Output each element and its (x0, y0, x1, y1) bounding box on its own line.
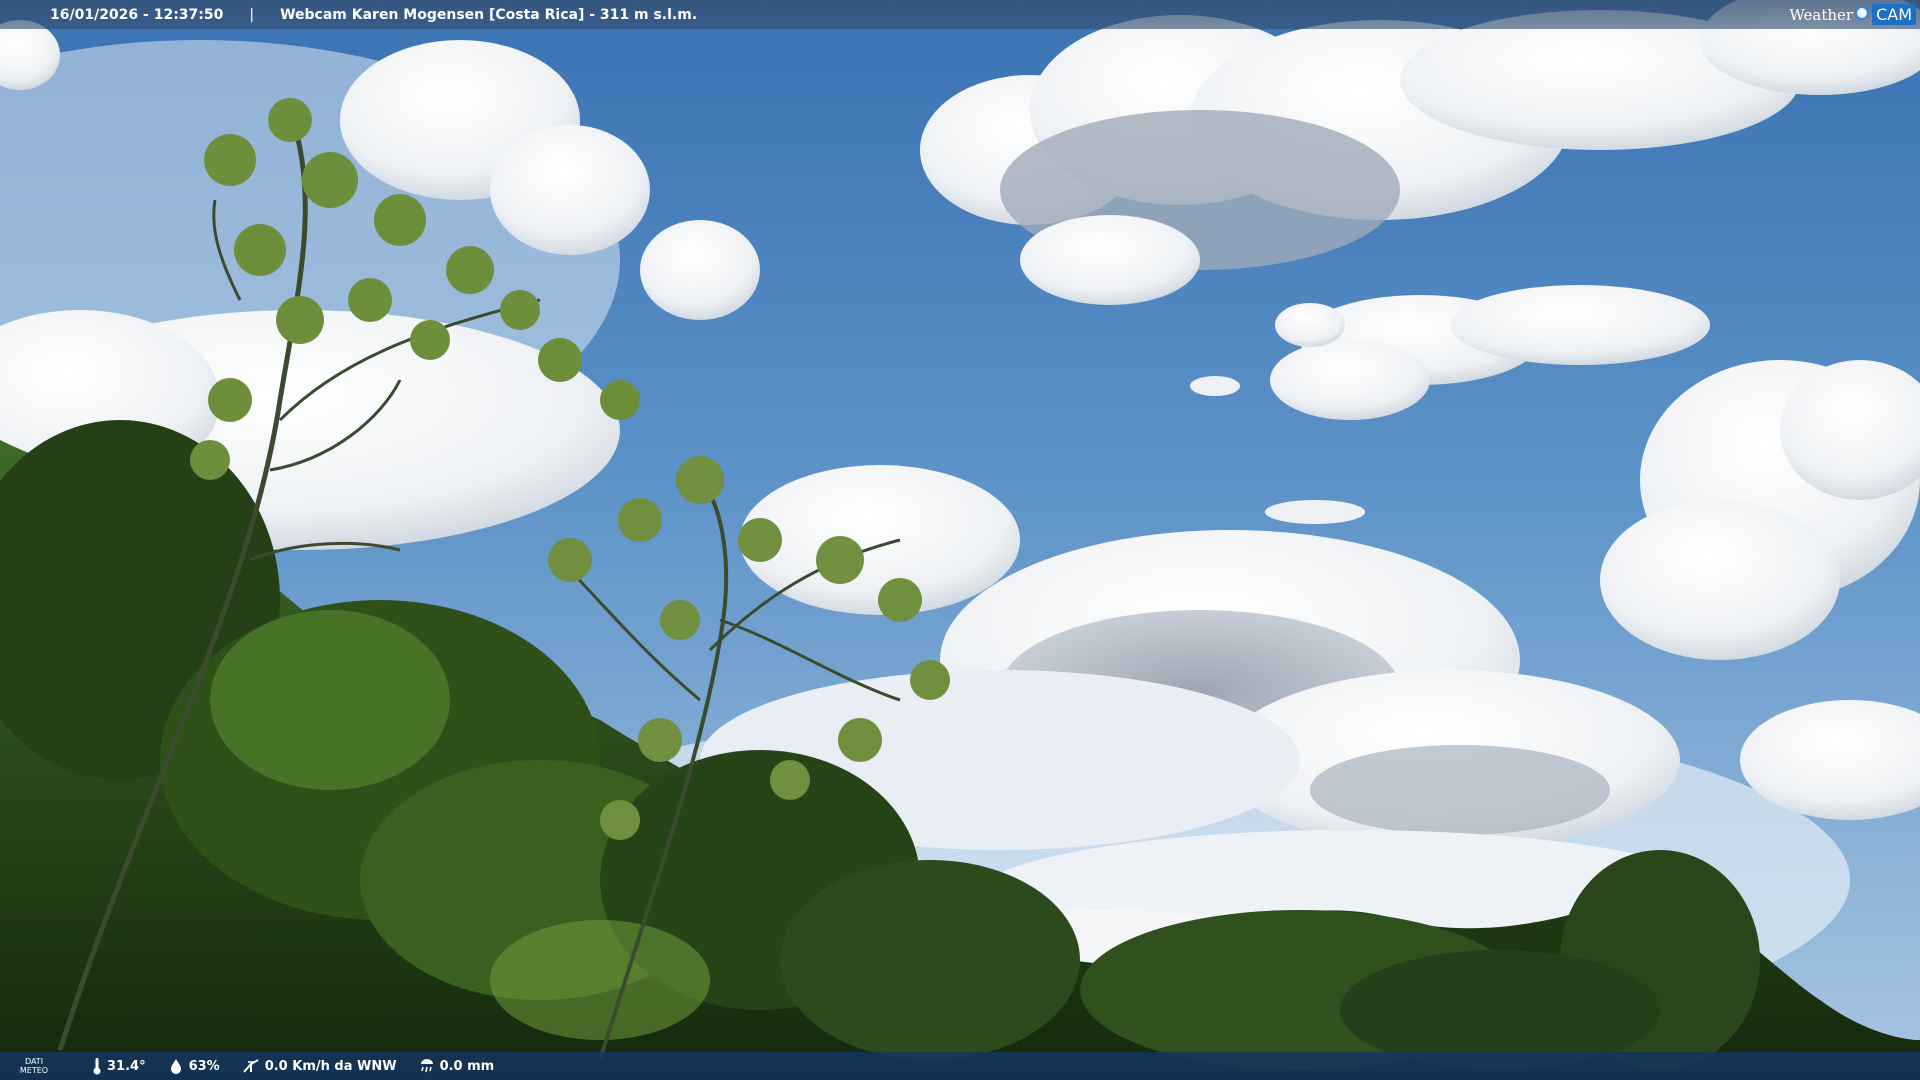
humidity-readout: 63% (168, 1058, 220, 1074)
rain-readout: 0.0 mm (419, 1058, 495, 1074)
meteo-label-line1: DATI (24, 1057, 44, 1066)
timestamp: 16/01/2026 - 12:37:50 (50, 6, 224, 23)
temperature-value: 31.4° (107, 1058, 146, 1074)
wind-icon (242, 1059, 259, 1073)
header-separator: | (249, 6, 255, 23)
logo-weather-text: Weather (1789, 5, 1854, 24)
webcam-scene (0, 0, 1920, 1080)
meteo-label-line2: METEO (19, 1066, 49, 1075)
logo-cam-text: CAM (1872, 4, 1916, 25)
rain-value: 0.0 mm (439, 1058, 495, 1074)
rain-gauge-icon (420, 1059, 433, 1073)
weathercam-logo: Weather CAM (1789, 0, 1920, 29)
temperature-readout: 31.4° (92, 1057, 146, 1075)
thermometer-icon (93, 1058, 101, 1075)
humidity-value: 63% (188, 1058, 220, 1074)
wind-value: 0.0 Km/h da WNW (264, 1058, 397, 1074)
webcam-location: Webcam Karen Mogensen [Costa Rica] - 311… (280, 6, 698, 23)
weather-data-bar: DATI METEO 31.4° 63% 0.0 Km/h da WNW 0.0… (0, 1052, 1920, 1080)
logo-dot-icon (1855, 5, 1870, 20)
humidity-drop-icon (170, 1059, 181, 1074)
webcam-header-bar: 16/01/2026 - 12:37:50 | Webcam Karen Mog… (0, 0, 1920, 29)
meteo-label: DATI METEO (18, 1057, 50, 1075)
wind-readout: 0.0 Km/h da WNW (242, 1058, 397, 1074)
